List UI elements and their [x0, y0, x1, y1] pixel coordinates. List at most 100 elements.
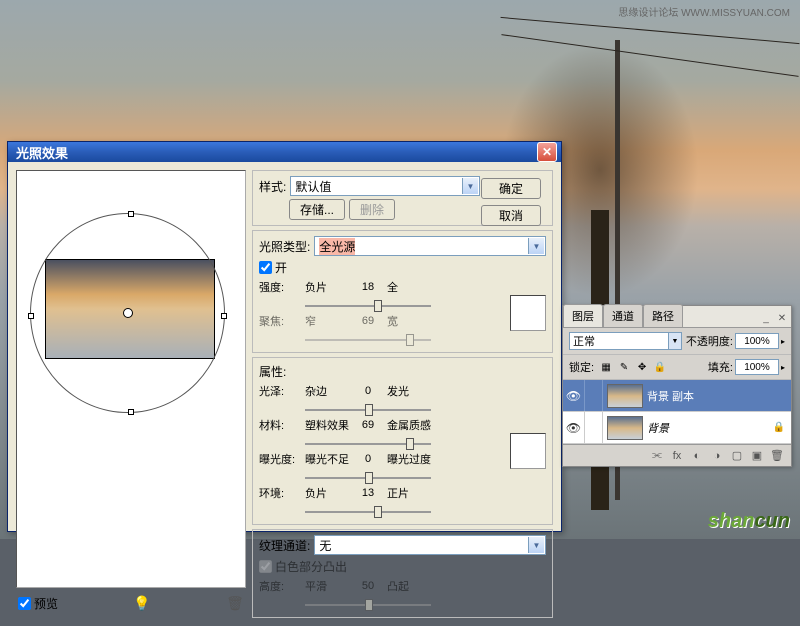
material-slider[interactable] — [305, 437, 431, 451]
layer-thumbnail[interactable] — [607, 416, 643, 440]
fill-label: 填充: — [708, 359, 733, 375]
focus-value: 69 — [353, 315, 383, 327]
light-handle-n[interactable] — [128, 211, 134, 217]
fx-icon[interactable]: fx — [669, 448, 685, 464]
white-high-label: 白色部分凸出 — [275, 558, 347, 575]
layer-name: 背景 副本 — [647, 388, 694, 404]
mask-icon[interactable]: ◐ — [689, 448, 705, 464]
chevron-right-icon[interactable]: ▸ — [781, 363, 785, 372]
chevron-right-icon[interactable]: ▸ — [781, 337, 785, 346]
close-button[interactable]: ✕ — [537, 142, 557, 162]
trash-icon[interactable]: 🗑 — [769, 448, 785, 464]
lighting-effects-dialog: 光照效果 ✕ 预览 — [7, 141, 562, 532]
panel-footer: ⫘ fx ◐ ◑ ▢ ▣ 🗑 — [563, 444, 791, 466]
light-type-value: 全光源 — [319, 238, 355, 255]
gloss-label: 光泽: — [259, 383, 301, 399]
light-handle-e[interactable] — [221, 313, 227, 319]
gloss-right: 发光 — [387, 383, 431, 399]
lock-paint-icon[interactable]: ✎ — [616, 359, 632, 375]
intensity-label: 强度: — [259, 279, 301, 295]
delete-button[interactable]: 删除 — [349, 199, 395, 220]
visibility-toggle[interactable]: 👁 — [563, 412, 585, 443]
tab-channels[interactable]: 通道 — [603, 304, 643, 327]
preview-checkbox[interactable]: 预览 — [18, 595, 58, 612]
chevron-down-icon: ▼ — [668, 333, 681, 349]
layer-item[interactable]: 👁 背景 🔒 — [563, 412, 791, 444]
intensity-value: 18 — [353, 281, 383, 293]
texture-combo[interactable]: 无 ▼ — [314, 535, 546, 555]
intensity-right: 全 — [387, 279, 431, 295]
gloss-slider[interactable] — [305, 403, 431, 417]
adjustment-icon[interactable]: ◑ — [709, 448, 725, 464]
lock-all-icon[interactable]: 🔒 — [652, 359, 668, 375]
watermark: shancun — [708, 510, 790, 533]
new-layer-icon[interactable]: ▣ — [749, 448, 765, 464]
intensity-slider[interactable] — [305, 299, 431, 313]
style-combo[interactable]: 默认值 ▼ — [290, 176, 480, 196]
exposure-value: 0 — [353, 453, 383, 465]
exposure-slider[interactable] — [305, 471, 431, 485]
white-high-checkbox: 白色部分凸出 — [259, 558, 546, 575]
intensity-left: 负片 — [305, 279, 349, 295]
dialog-titlebar[interactable]: 光照效果 ✕ — [8, 142, 561, 162]
ambience-value: 13 — [353, 487, 383, 499]
folder-icon[interactable]: ▢ — [729, 448, 745, 464]
chevron-down-icon: ▼ — [528, 537, 544, 553]
light-type-combo[interactable]: 全光源 ▼ — [314, 236, 546, 256]
height-label: 高度: — [259, 578, 301, 594]
trash-icon[interactable]: 🗑 — [226, 594, 244, 612]
opacity-input[interactable]: 100% — [735, 333, 779, 349]
ambience-slider[interactable] — [305, 505, 431, 519]
cancel-button[interactable]: 取消 — [481, 205, 541, 226]
light-handle-s[interactable] — [128, 409, 134, 415]
fill-input[interactable]: 100% — [735, 359, 779, 375]
material-label: 材料: — [259, 417, 301, 433]
light-center-handle[interactable] — [123, 308, 133, 318]
focus-right: 宽 — [387, 313, 431, 329]
opacity-label: 不透明度: — [686, 333, 733, 349]
focus-label: 聚焦: — [259, 313, 301, 329]
link-layers-icon[interactable]: ⫘ — [649, 448, 665, 464]
height-slider — [305, 598, 431, 612]
visibility-toggle[interactable]: 👁 — [563, 380, 585, 411]
light-type-label: 光照类型: — [259, 238, 310, 255]
credit-text: 思缘设计论坛 WWW.MISSYUAN.COM — [618, 4, 790, 19]
focus-slider — [305, 333, 431, 347]
link-cell[interactable] — [585, 380, 603, 411]
lock-transparency-icon[interactable]: ▦ — [598, 359, 614, 375]
material-right: 金属质感 — [387, 417, 431, 433]
focus-left: 窄 — [305, 313, 349, 329]
blend-mode-combo[interactable]: 正常 ▼ — [569, 332, 682, 350]
exposure-label: 曝光度: — [259, 451, 301, 467]
light-color-swatch[interactable] — [510, 295, 546, 331]
link-cell[interactable] — [585, 412, 603, 443]
layer-list: 👁 背景 副本 👁 背景 🔒 — [563, 380, 791, 444]
layer-item[interactable]: 👁 背景 副本 — [563, 380, 791, 412]
layer-thumbnail[interactable] — [607, 384, 643, 408]
gloss-left: 杂边 — [305, 383, 349, 399]
panel-minimize-icon[interactable]: _ — [759, 311, 773, 325]
light-handle-w[interactable] — [28, 313, 34, 319]
panel-close-icon[interactable]: ✕ — [775, 311, 789, 325]
light-ellipse[interactable] — [30, 213, 225, 413]
texture-value: 无 — [319, 537, 331, 554]
ambient-color-swatch[interactable] — [510, 433, 546, 469]
gloss-value: 0 — [353, 385, 383, 397]
on-checkbox-input[interactable] — [259, 261, 272, 274]
preview-checkbox-input[interactable] — [18, 597, 31, 610]
chevron-down-icon: ▼ — [528, 238, 544, 254]
properties-label: 属性: — [259, 363, 546, 380]
lock-label: 锁定: — [569, 359, 594, 375]
ambience-right: 正片 — [387, 485, 431, 501]
style-label: 样式: — [259, 178, 286, 195]
tab-paths[interactable]: 路径 — [643, 304, 683, 327]
on-checkbox[interactable]: 开 — [259, 259, 546, 276]
on-label: 开 — [275, 259, 287, 276]
exposure-left: 曝光不足 — [305, 451, 349, 467]
lightbulb-icon[interactable]: 💡 — [133, 594, 151, 612]
preview-box[interactable] — [16, 170, 246, 588]
lock-position-icon[interactable]: ✥ — [634, 359, 650, 375]
tab-layers[interactable]: 图层 — [563, 304, 603, 327]
ok-button[interactable]: 确定 — [481, 178, 541, 199]
save-button[interactable]: 存储... — [289, 199, 345, 220]
